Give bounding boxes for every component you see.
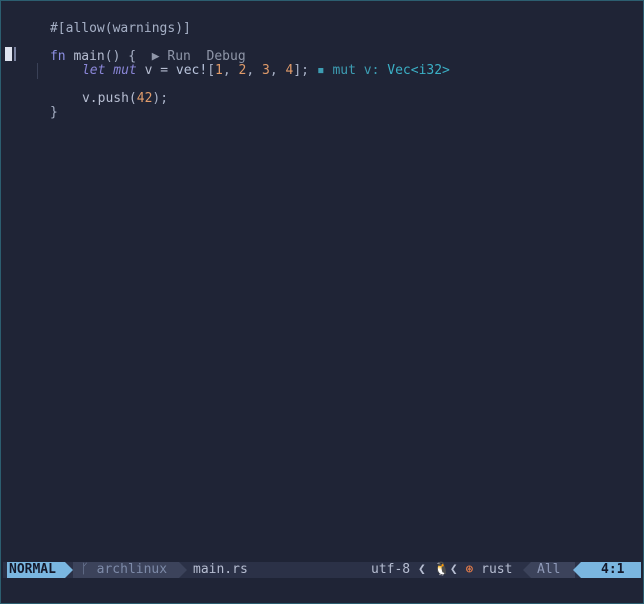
- scroll-indicator: All: [537, 562, 561, 577]
- branch-name: archlinux: [96, 562, 168, 577]
- scroll-separator: [523, 562, 531, 578]
- cursor-position: 4:1: [601, 562, 625, 577]
- inlay-hint-label: mut v:: [324, 63, 388, 78]
- status-line: NORMAL ᚴ archlinux main.rs utf-8 ❮ 🐧❮ ⊛ …: [3, 562, 641, 578]
- filetype-label: rust: [481, 562, 513, 577]
- chevron-left-icon: ❮: [449, 562, 458, 577]
- position-separator: [573, 562, 581, 578]
- encoding-label: utf-8: [371, 562, 411, 577]
- code-line-7: }: [3, 89, 58, 120]
- comma: ,: [269, 63, 286, 78]
- mode-separator: [65, 562, 73, 578]
- number-literal: 42: [136, 91, 153, 106]
- chevron-left-icon: ❮: [417, 562, 426, 577]
- bracket-open: [: [207, 63, 216, 78]
- mode-indicator: NORMAL: [7, 562, 65, 578]
- call-close: );: [152, 91, 169, 106]
- inlay-hint-bullet: ▪: [316, 63, 325, 78]
- code-line-1: #[allow(warnings)]: [3, 5, 191, 36]
- block-cursor: [5, 47, 12, 61]
- bracket-close: ];: [293, 63, 309, 78]
- file-info: utf-8 ❮ 🐧❮ ⊛ rust: [371, 562, 512, 578]
- terminal-window: #[allow(warnings)] fn main() { ▶ Run Deb…: [0, 0, 644, 604]
- comma: ,: [246, 63, 263, 78]
- macro-vec: vec!: [175, 63, 208, 78]
- tux-icon: 🐧: [433, 562, 450, 577]
- git-branch-icon: ᚴ: [81, 562, 89, 577]
- number-literal: 1: [215, 63, 223, 78]
- file-name: main.rs: [193, 562, 248, 577]
- closing-brace: }: [49, 105, 58, 120]
- cursor-gutter-mark: [14, 47, 16, 61]
- number-literal: 3: [262, 63, 270, 78]
- code-line-4: let mut v = vec![1, 2, 3, 4]; ▪ mut v: V…: [35, 47, 450, 78]
- inlay-hint-type: Vec<i32>: [387, 63, 450, 78]
- code-editor[interactable]: #[allow(warnings)] fn main() { ▶ Run Deb…: [3, 3, 641, 558]
- rust-icon: ⊛: [465, 562, 474, 577]
- method-call: v.push(: [81, 91, 137, 106]
- branch-separator: [179, 562, 187, 578]
- git-branch: ᚴ archlinux: [81, 562, 167, 578]
- comma: ,: [222, 63, 239, 78]
